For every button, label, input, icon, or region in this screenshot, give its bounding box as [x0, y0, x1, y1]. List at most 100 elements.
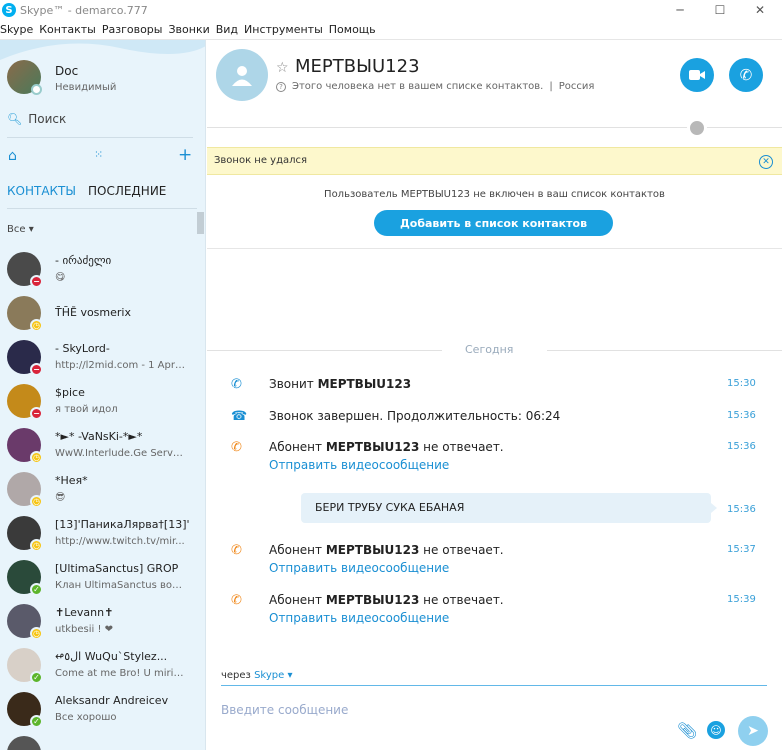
contact-name: $pice — [55, 386, 85, 399]
phone-incoming-icon: ✆ — [231, 377, 242, 392]
home-icon[interactable]: ⌂ — [8, 148, 17, 164]
send-video-message-link[interactable]: Отправить видеосообщение — [269, 561, 449, 575]
favorite-star-icon[interactable]: ☆ — [276, 60, 289, 76]
phone-hangup-icon: ☎ — [231, 409, 248, 424]
contact-name: T̄H̄Ē vosmerix — [55, 306, 131, 319]
dnd-status-icon: − — [30, 275, 43, 288]
event-contact-name: МЕРТВЫU123 — [317, 377, 412, 391]
add-contact-icon[interactable]: + — [178, 145, 192, 165]
contact-item[interactable]: ✓ ↫ﺍﻝ٥ WuQu`Stylez... Come at me Bro! U … — [0, 644, 197, 688]
menu-tools[interactable]: Инструменты — [244, 23, 329, 36]
contact-item[interactable]: − - SkyLord- http://l2mid.com - 1 Apri..… — [0, 336, 197, 380]
contact-item[interactable]: ◷ ✝Levann✝ utkbesii ! ❤ — [0, 600, 197, 644]
search-label: Поиск — [28, 112, 67, 126]
audio-call-button[interactable]: ✆ — [729, 58, 763, 92]
contact-item[interactable]: ◷ [13]'ПаникаЛярва†[13]' http://www.twit… — [0, 512, 197, 556]
dnd-status-icon: − — [30, 363, 43, 376]
title-bar: S Skype™ - demarco.777 ─ ☐ ✕ — [0, 0, 782, 20]
contact-mood: Come at me Bro! U mirin... — [55, 668, 187, 679]
day-separator: Сегодня — [207, 343, 782, 357]
close-window-button[interactable]: ✕ — [738, 0, 782, 20]
add-to-contacts-button[interactable]: Добавить в список контактов — [374, 210, 613, 236]
event-text-post: не отвечает. — [419, 543, 504, 557]
contact-mood: utkbesii ! ❤ — [55, 624, 114, 635]
emoticon-icon[interactable]: ☺ — [707, 721, 725, 739]
contact-name: *►* -VaNsKi-*►* — [55, 430, 143, 443]
event-text-pre: Абонент — [269, 593, 326, 607]
sidebar-tabs: КОНТАКТЫ ПОСЛЕДНИЕ — [7, 184, 197, 202]
contact-mood: Все хорошо — [55, 712, 117, 723]
toolbar: ⌂ ⁙ + — [0, 145, 205, 166]
close-banner-icon[interactable]: ✕ — [759, 155, 773, 169]
contact-item[interactable]: ◷ *Нея* 😎 — [0, 468, 197, 512]
contact-item[interactable]: ◷ T̄H̄Ē vosmerix — [0, 292, 197, 336]
event-text: Звонит МЕРТВЫU123 — [269, 377, 411, 391]
dialpad-icon[interactable]: ⁙ — [94, 148, 103, 161]
person-icon — [232, 66, 252, 86]
contact-name: ✝Levann✝ — [55, 606, 114, 619]
sidebar-scrollbar[interactable] — [197, 212, 204, 234]
chevron-down-icon: ▾ — [287, 670, 293, 681]
away-status-icon: ◷ — [30, 539, 43, 552]
divider — [221, 685, 767, 686]
invisible-status-icon — [31, 84, 42, 95]
message-time: 15:36 — [727, 504, 756, 515]
sidebar: Doc Невидимый 🔍︎ Поиск ⌂ ⁙ + КОНТАКТЫ ПО… — [0, 40, 206, 750]
contact-item[interactable]: ✓ [UltimaSanctus] GROP Клан UltimaSanctu… — [0, 556, 197, 600]
contact-mood: я твой идол — [55, 404, 118, 415]
menu-view[interactable]: Вид — [216, 23, 244, 36]
event-contact-name: МЕРТВЫU123 — [325, 440, 420, 454]
attachment-icon[interactable]: 📎︎ — [677, 721, 697, 740]
event-text-pre: Абонент — [269, 440, 326, 454]
send-video-message-link[interactable]: Отправить видеосообщение — [269, 458, 449, 472]
send-button[interactable]: ➤ — [738, 716, 768, 746]
event-time: 15:30 — [727, 378, 756, 389]
menu-conversations[interactable]: Разговоры — [102, 23, 169, 36]
contact-country: Россия — [558, 81, 595, 92]
phone-icon: ✆ — [739, 66, 753, 84]
video-call-button[interactable] — [680, 58, 714, 92]
contact-item[interactable]: ✓ Aleksandr Andreicev Все хорошо — [0, 688, 197, 732]
event-contact-name: МЕРТВЫU123 — [325, 543, 420, 557]
menu-bar: Skype Контакты Разговоры Звонки Вид Инст… — [0, 20, 782, 40]
contact-item[interactable]: − - ირაძელი 😋 — [0, 248, 197, 292]
contact-name: - SkyLord- — [55, 342, 110, 355]
contacts-filter[interactable]: Все ▾ — [7, 224, 34, 235]
event-text-post: не отвечает. — [419, 440, 504, 454]
contact-item[interactable]: ◷ *►* -VaNsKi-*►* WwW.Interlude.Ge Serve… — [0, 424, 197, 468]
contact-mood: WwW.Interlude.Ge Server... — [55, 448, 187, 459]
filter-label: Все — [7, 224, 26, 235]
menu-calls[interactable]: Звонки — [168, 23, 215, 36]
chat-message[interactable]: БЕРИ ТРУБУ СУКА ЕБАНАЯ — [301, 493, 717, 523]
divider — [7, 208, 197, 209]
tab-contacts[interactable]: КОНТАКТЫ — [7, 184, 76, 202]
send-via-selector[interactable]: через Skype ▾ — [221, 670, 293, 681]
menu-skype[interactable]: Skype — [0, 23, 39, 36]
contact-item[interactable]: − $pice я твой идол — [0, 380, 197, 424]
away-status-icon: ◷ — [30, 451, 43, 464]
event-text-pre: Звонит — [269, 377, 318, 391]
question-icon: ? — [276, 81, 286, 92]
my-profile[interactable]: Doc Невидимый — [7, 60, 197, 102]
minimize-button[interactable]: ─ — [658, 0, 702, 20]
tab-recent[interactable]: ПОСЛЕДНИЕ — [88, 184, 166, 202]
via-service: Skype — [254, 670, 285, 681]
search-box[interactable]: 🔍︎ Поиск — [7, 110, 193, 128]
menu-contacts[interactable]: Контакты — [39, 23, 102, 36]
conversation-title: МЕРТВЫU123 — [295, 56, 420, 77]
divider — [7, 137, 193, 138]
conversation-pane: ☆ МЕРТВЫU123 ? Этого человека нет в ваше… — [207, 40, 782, 750]
message-input[interactable]: Введите сообщение — [221, 703, 348, 717]
contact-name: ↫ﺍﻝ٥ WuQu`Stylez... — [55, 650, 168, 663]
event-time: 15:36 — [727, 441, 756, 452]
maximize-button[interactable]: ☐ — [698, 0, 742, 20]
skype-logo-icon: S — [2, 3, 16, 17]
banner-text: Звонок не удался — [214, 155, 308, 166]
event-time: 15:37 — [727, 544, 756, 555]
send-video-message-link[interactable]: Отправить видеосообщение — [269, 611, 449, 625]
menu-help[interactable]: Помощь — [329, 23, 382, 36]
contact-item[interactable] — [0, 732, 197, 750]
video-camera-icon — [689, 70, 705, 80]
event-time: 15:36 — [727, 410, 756, 421]
phone-missed-icon: ✆ — [231, 593, 242, 608]
